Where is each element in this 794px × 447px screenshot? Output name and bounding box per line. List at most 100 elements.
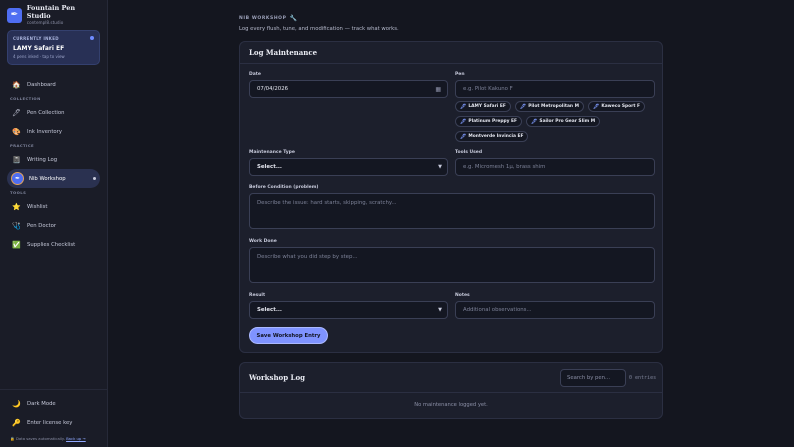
pen-chip-label: Platinum Preppy EF — [468, 119, 518, 124]
section-label-practice: PRACTICE — [10, 143, 35, 148]
pen-chip-list: 🖊 LAMY Safari EF 🖊 Pilot Metropolitan M 🖊 K… — [455, 101, 655, 142]
save-workshop-entry-button[interactable]: Save Workshop Entry — [249, 327, 328, 344]
pen-icon: 🖊 — [531, 118, 538, 125]
date-input[interactable]: 07/04/2026 ▦ — [249, 80, 448, 98]
log-maintenance-card: Log Maintenance Date 07/04/2026 ▦ Pen e.… — [239, 41, 663, 353]
saved-note: 🔒 Data saves automatically. Back up → — [0, 432, 107, 447]
pen-icon: 🖊 — [460, 103, 467, 110]
pen-icon: 🖊 — [460, 133, 467, 140]
sidebar-item-supplies-checklist[interactable]: ✅ Supplies Checklist — [7, 235, 100, 254]
work-done-placeholder: Describe what you did step by step... — [257, 254, 358, 260]
workshop-log-title: Workshop Log — [249, 373, 306, 382]
log-maintenance-title: Log Maintenance — [240, 42, 662, 64]
active-indicator-icon — [93, 177, 96, 180]
sidebar-item-label: Wishlist — [27, 203, 48, 210]
tools-used-input[interactable]: e.g. Micromesh 1µ, brass shim — [455, 158, 655, 176]
brand[interactable]: ✒ Fountain Pen Studio contempl8.studio — [0, 0, 107, 30]
star-icon: ⭐ — [12, 202, 21, 211]
tools-used-label: Tools Used — [455, 150, 483, 155]
moon-icon: 🌙 — [12, 399, 21, 408]
checkbox-icon: ✅ — [12, 240, 21, 249]
sidebar-item-writing-log[interactable]: 📓 Writing Log — [7, 150, 100, 169]
sidebar-item-wishlist[interactable]: ⭐ Wishlist — [7, 197, 100, 216]
currently-inked-label: CURRENTLY INKED — [13, 36, 59, 41]
before-condition-placeholder: Describe the issue: hard starts, skippin… — [257, 200, 397, 206]
pen-chip-label: LAMY Safari EF — [468, 104, 506, 109]
wrench-icon: 🔧 — [289, 14, 298, 22]
search-by-pen-input[interactable]: Search by pen... — [560, 369, 626, 387]
currently-inked-card[interactable]: CURRENTLY INKED LAMY Safari EF 4 pens in… — [7, 30, 100, 65]
pen-chip[interactable]: 🖊 Kaweco Sport F — [587, 101, 645, 112]
sidebar-item-label: Nib Workshop — [29, 175, 66, 182]
page-heading: NIB WORKSHOP 🔧 — [239, 12, 663, 24]
pen-placeholder: e.g. Pilot Kakuno F — [463, 86, 513, 92]
pen-chip-label: Sailor Pro Gear Slim M — [539, 119, 596, 124]
currently-inked-meta: 4 pens inked · tap to view — [13, 54, 65, 59]
sidebar-item-label: Ink Inventory — [27, 128, 62, 135]
maintenance-type-select[interactable]: Select... ▼ — [249, 158, 448, 176]
dark-mode-toggle[interactable]: 🌙 Dark Mode — [7, 394, 100, 413]
work-done-textarea[interactable]: Describe what you did step by step... — [249, 247, 655, 283]
result-label: Result — [249, 293, 266, 298]
work-done-label: Work Done — [249, 239, 277, 244]
pen-doctor-icon: 🩺 — [12, 221, 21, 230]
pen-chip-label: Kaweco Sport F — [601, 104, 640, 109]
key-icon: 🔑 — [12, 418, 21, 427]
tools-used-placeholder: e.g. Micromesh 1µ, brass shim — [463, 164, 546, 170]
pen-chip[interactable]: 🖊 Montverde Invincia EF — [455, 131, 529, 142]
brand-title: Fountain Pen Studio — [26, 4, 76, 20]
sidebar-item-ink-inventory[interactable]: 🎨 Ink Inventory — [7, 122, 100, 141]
pen-icon: 🖊 — [460, 118, 467, 125]
sidebar-item-label: Supplies Checklist — [27, 241, 76, 248]
before-condition-label: Before Condition (problem) — [249, 185, 319, 190]
sidebar-item-label: Pen Collection — [27, 109, 65, 116]
license-key-button[interactable]: 🔑 Enter license key — [7, 413, 100, 432]
app: ✒ Fountain Pen Studio contempl8.studio C… — [0, 0, 794, 447]
before-condition-textarea[interactable]: Describe the issue: hard starts, skippin… — [249, 193, 655, 229]
pen-icon: 🖊 — [592, 103, 600, 110]
chevron-down-icon: ▼ — [438, 164, 442, 170]
back-up-link[interactable]: Back up → — [66, 436, 86, 441]
notes-input[interactable]: Additional observations... — [455, 301, 655, 319]
pen-chip[interactable]: 🖊 Pilot Metropolitan M — [514, 101, 584, 112]
license-key-label: Enter license key — [27, 419, 73, 426]
page-heading-text: NIB WORKSHOP — [239, 15, 287, 21]
sidebar-item-pen-doctor[interactable]: 🩺 Pen Doctor — [7, 216, 100, 235]
lock-icon: 🔒 — [10, 436, 15, 441]
pen-chip[interactable]: 🖊 Sailor Pro Gear Slim M — [526, 116, 601, 127]
pen-chip-label: Pilot Metropolitan M — [528, 104, 579, 109]
sidebar-item-label: Pen Doctor — [27, 222, 57, 229]
result-select[interactable]: Select... ▼ — [249, 301, 448, 319]
palette-icon: 🎨 — [12, 127, 21, 136]
sidebar-item-label: Dashboard — [27, 81, 56, 88]
maintenance-type-label: Maintenance Type — [249, 150, 295, 155]
sidebar-item-pen-collection[interactable]: 🖊 Pen Collection — [7, 103, 100, 122]
result-value: Select... — [257, 307, 282, 313]
brand-subtitle: contempl8.studio — [26, 20, 64, 25]
notes-placeholder: Additional observations... — [463, 307, 532, 313]
notes-label: Notes — [455, 293, 470, 298]
house-icon: 🏠 — [12, 80, 21, 89]
empty-state: No maintenance logged yet. — [414, 402, 488, 408]
pen-chip-label: Montverde Invincia EF — [468, 134, 524, 139]
currently-inked-pen: LAMY Safari EF — [13, 45, 65, 52]
calendar-icon[interactable]: ▦ — [435, 86, 441, 93]
sidebar-item-dashboard[interactable]: 🏠 Dashboard — [7, 75, 100, 94]
pen-icon: 🖊 — [12, 108, 21, 117]
chevron-down-icon: ▼ — [438, 307, 442, 313]
date-label: Date — [249, 72, 261, 77]
pen-label: Pen — [455, 72, 465, 77]
notebook-icon: 📓 — [12, 155, 21, 164]
workshop-log-card: Workshop Log Search by pen... 0 entries … — [239, 362, 663, 419]
section-label-tools: TOOLS — [10, 190, 27, 195]
pen-icon: 🖊 — [519, 103, 527, 110]
pen-chip[interactable]: 🖊 LAMY Safari EF — [455, 101, 511, 112]
sidebar-item-nib-workshop[interactable]: ✒ Nib Workshop — [7, 169, 100, 188]
pen-chip[interactable]: 🖊 Platinum Preppy EF — [455, 116, 523, 127]
status-dot-icon — [90, 36, 94, 40]
nib-icon: ✒ — [11, 172, 24, 185]
pen-input[interactable]: e.g. Pilot Kakuno F — [455, 80, 655, 98]
dark-mode-label: Dark Mode — [27, 400, 56, 407]
workshop-log-header: Workshop Log Search by pen... 0 entries — [240, 363, 662, 393]
